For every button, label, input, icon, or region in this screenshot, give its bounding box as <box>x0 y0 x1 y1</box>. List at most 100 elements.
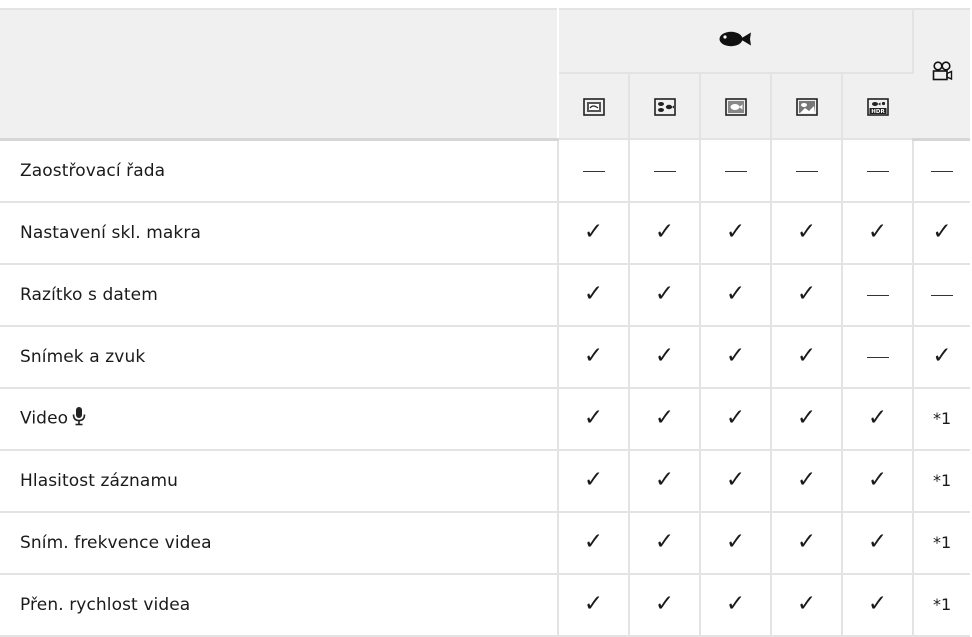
row-label-text: Hlasitost záznamu <box>20 470 178 491</box>
value-cell <box>913 139 971 203</box>
available-check-icon: ✓ <box>725 591 746 617</box>
value-cell <box>842 325 915 389</box>
value-cell: ✓ <box>842 573 915 637</box>
table-row: Přen. rychlost videa ✓ ✓ ✓ ✓ ✓ *1 <box>0 573 971 637</box>
row-label-text: Zaostřovací řada <box>20 160 166 181</box>
value-cell: ✓ <box>700 201 772 265</box>
value-cell: ✓ <box>558 511 630 575</box>
available-check-icon: ✓ <box>654 529 675 555</box>
value-cell: ✓ <box>700 573 772 637</box>
row-label-text: Přen. rychlost videa <box>20 594 191 615</box>
value-cell: ✓ <box>629 325 701 389</box>
available-check-icon: ✓ <box>654 405 675 431</box>
footnote-ref: *1 <box>932 471 952 490</box>
value-cell: ✓ <box>558 573 630 637</box>
available-check-icon: ✓ <box>654 219 675 245</box>
available-check-icon: ✓ <box>725 529 746 555</box>
value-cell: ✓ <box>558 449 630 513</box>
not-available-dash <box>931 171 954 172</box>
available-check-icon: ✓ <box>583 343 604 369</box>
row-label-text: Razítko s datem <box>20 284 158 305</box>
mode-header-5: HDR <box>842 73 914 140</box>
table-row: Hlasitost záznamu ✓ ✓ ✓ ✓ ✓ *1 <box>0 449 971 513</box>
value-cell: ✓ <box>913 325 971 389</box>
table-row: Razítko s datem ✓ ✓ ✓ ✓ <box>0 263 971 327</box>
header-row-group <box>0 8 971 141</box>
table-row: Video ✓ ✓ ✓ ✓ ✓ *1 <box>0 387 971 451</box>
row-label: Hlasitost záznamu <box>0 449 559 513</box>
value-cell: ✓ <box>558 387 630 451</box>
table-row: Zaostřovací řada <box>0 139 971 203</box>
value-cell: *1 <box>913 511 971 575</box>
row-label: Snímek a zvuk <box>0 325 559 389</box>
not-available-dash <box>795 170 818 172</box>
row-label: Přen. rychlost videa <box>0 573 559 637</box>
underwater-wide-icon <box>582 96 605 116</box>
available-check-icon: ✓ <box>583 529 604 555</box>
value-cell: ✓ <box>629 263 701 327</box>
table-row: Sním. frekvence videa ✓ ✓ ✓ ✓ ✓ *1 <box>0 511 971 575</box>
row-label-text: Snímek a zvuk <box>20 346 146 367</box>
available-check-icon: ✓ <box>932 219 952 245</box>
available-check-icon: ✓ <box>796 405 817 431</box>
row-label-text: Nastavení skl. makra <box>20 222 201 243</box>
value-cell: ✓ <box>771 263 843 327</box>
value-cell: ✓ <box>700 263 772 327</box>
value-cell: *1 <box>913 573 971 637</box>
value-cell: ✓ <box>700 511 772 575</box>
not-available-dash <box>866 170 889 172</box>
value-cell <box>842 263 915 327</box>
available-check-icon: ✓ <box>654 467 675 493</box>
value-cell: *1 <box>913 387 971 451</box>
available-check-icon: ✓ <box>796 343 817 369</box>
table-row: Snímek a zvuk ✓ ✓ ✓ ✓ ✓ <box>0 325 971 389</box>
not-available-dash <box>866 295 889 296</box>
underwater-landscape-icon <box>795 96 818 116</box>
table-row: Nastavení skl. makra ✓ ✓ ✓ ✓ ✓ ✓ <box>0 201 971 265</box>
movie-camera-icon <box>932 61 953 81</box>
row-label-text: Sním. frekvence videa <box>20 532 212 553</box>
value-cell: ✓ <box>771 449 843 513</box>
mode-header-2 <box>629 73 701 140</box>
value-cell: ✓ <box>700 325 772 389</box>
available-check-icon: ✓ <box>867 591 888 617</box>
available-check-icon: ✓ <box>583 219 604 245</box>
settings-availability-table: HDR Zaostřovací řada Nastavení skl. makra… <box>0 8 971 637</box>
available-check-icon: ✓ <box>583 281 604 307</box>
header-corner-cell <box>0 8 559 141</box>
value-cell: ✓ <box>558 201 630 265</box>
value-cell: ✓ <box>629 573 701 637</box>
footnote-ref: *1 <box>932 533 952 552</box>
value-cell: ✓ <box>771 573 843 637</box>
value-cell: ✓ <box>771 511 843 575</box>
available-check-icon: ✓ <box>654 343 675 369</box>
available-check-icon: ✓ <box>583 591 604 617</box>
available-check-icon: ✓ <box>867 467 888 493</box>
underwater-fish-icon <box>719 31 751 47</box>
available-check-icon: ✓ <box>796 467 817 493</box>
value-cell: ✓ <box>629 201 701 265</box>
available-check-icon: ✓ <box>796 219 817 245</box>
value-cell: ✓ <box>842 201 915 265</box>
microphone-icon <box>72 406 86 431</box>
row-label: Razítko s datem <box>0 263 559 327</box>
value-cell: ✓ <box>700 449 772 513</box>
value-cell: ✓ <box>771 387 843 451</box>
value-cell: ✓ <box>771 325 843 389</box>
available-check-icon: ✓ <box>725 281 746 307</box>
available-check-icon: ✓ <box>725 405 746 431</box>
value-cell: ✓ <box>700 387 772 451</box>
value-cell: ✓ <box>842 511 915 575</box>
value-cell: ✓ <box>913 201 971 265</box>
row-label: Nastavení skl. makra <box>0 201 559 265</box>
available-check-icon: ✓ <box>867 529 888 555</box>
available-check-icon: ✓ <box>867 405 888 431</box>
value-cell <box>913 263 971 327</box>
value-cell <box>629 139 701 203</box>
mode-header-1 <box>558 73 630 140</box>
available-check-icon: ✓ <box>725 219 746 245</box>
value-cell: ✓ <box>629 387 701 451</box>
available-check-icon: ✓ <box>654 591 675 617</box>
row-label: Zaostřovací řada <box>0 139 559 203</box>
not-available-dash <box>582 170 605 172</box>
